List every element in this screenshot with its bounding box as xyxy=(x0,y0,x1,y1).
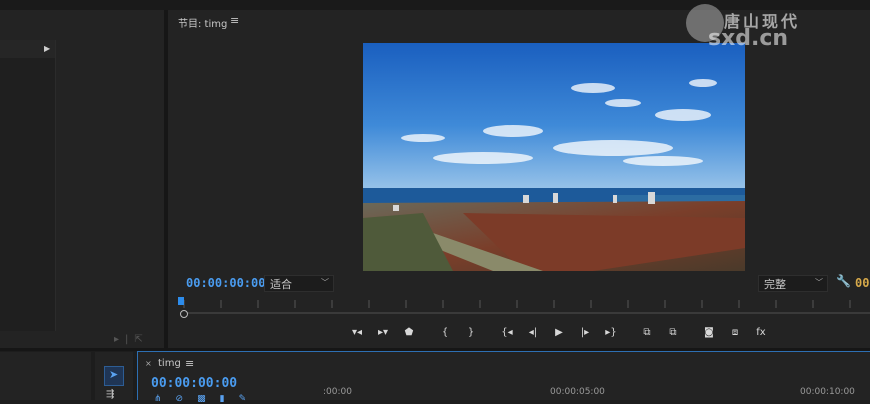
playhead-handle[interactable] xyxy=(180,310,188,318)
time-ruler-track[interactable] xyxy=(182,312,870,314)
step-forward-icon[interactable]: |▸ xyxy=(572,327,598,338)
settings-wrench-icon[interactable]: 🔧 xyxy=(836,274,851,288)
linked-selection-icon[interactable]: ⊘ xyxy=(176,394,198,404)
timeline-mark-10: 00:00:10:00 xyxy=(800,387,855,397)
playback-quality-value: 完整 xyxy=(764,278,786,291)
step-to-out-icon[interactable]: ▸} xyxy=(598,327,624,338)
project-bin-list[interactable] xyxy=(0,40,56,331)
overwrite-icon[interactable]: ⧉ xyxy=(660,327,686,338)
chevron-down-icon: ﹀ xyxy=(815,278,823,287)
panel-menu-icon[interactable]: ≡ xyxy=(185,357,194,370)
arrow-cursor-icon: ➤ xyxy=(109,368,119,381)
close-icon[interactable]: × xyxy=(145,359,152,368)
video-frame-image xyxy=(363,43,745,271)
settings-icon[interactable]: ✎ xyxy=(239,394,261,404)
timeline-toolbar[interactable]: ⋔⊘▩▮✎ xyxy=(154,394,260,404)
play-icon[interactable]: ▶ xyxy=(546,327,572,338)
timeline-tab[interactable]: timg xyxy=(158,358,181,369)
transport-controls: ▾◂ ▸▾ ⬟ {} {◂ ◂| ▶ |▸ ▸} ⧉ ⧉ ◙ ⧈ fx xyxy=(344,324,774,340)
go-to-out-icon[interactable]: } xyxy=(458,327,484,338)
fx-icon[interactable]: fx xyxy=(748,327,774,338)
new-item-icon[interactable]: ▸| xyxy=(114,334,134,345)
step-to-in-icon[interactable]: {◂ xyxy=(494,327,520,338)
folder-icon[interactable]: ⇱ xyxy=(134,334,148,345)
bottom-left-panel xyxy=(0,352,91,400)
zoom-fit-value: 适合 xyxy=(270,278,292,291)
insert-icon[interactable]: ⧉ xyxy=(634,327,660,338)
add-marker-icon[interactable]: ⬟ xyxy=(396,327,422,338)
timeline-timecode[interactable]: 00:00:00:00 xyxy=(151,376,237,391)
duration-timecode[interactable]: 00 xyxy=(855,276,869,290)
playhead[interactable] xyxy=(178,297,184,305)
chevron-down-icon: ﹀ xyxy=(321,278,329,287)
step-back-icon[interactable]: ◂| xyxy=(520,327,546,338)
program-monitor-tab[interactable]: 节目: timg xyxy=(178,15,227,30)
video-preview xyxy=(363,43,745,271)
project-footer-icons[interactable]: ▸|⇱ xyxy=(114,334,149,345)
timeline-panel xyxy=(137,351,870,400)
compare-icon[interactable]: ⧈ xyxy=(722,327,748,338)
zoom-fit-select[interactable]: 适合 ﹀ xyxy=(264,275,334,292)
time-ruler[interactable] xyxy=(180,300,870,312)
track-select-tool-icon[interactable]: ⇶ xyxy=(106,389,114,400)
selection-tool-button[interactable]: ➤ xyxy=(104,366,124,386)
playback-quality-select[interactable]: 完整 ﹀ xyxy=(758,275,828,292)
timeline-mark-0: :00:00 xyxy=(323,387,352,397)
panel-menu-icon[interactable]: ≡ xyxy=(230,14,239,27)
marker-icon[interactable]: ▮ xyxy=(220,394,239,404)
watermark-url: sxd.cn xyxy=(708,26,789,51)
timeline-mark-5: 00:00:05:00 xyxy=(550,387,605,397)
snap-icon[interactable]: ⋔ xyxy=(154,394,176,404)
mark-in-icon[interactable]: ▾◂ xyxy=(344,327,370,338)
export-frame-icon[interactable]: ◙ xyxy=(696,327,722,338)
expand-arrow-icon[interactable]: ▶ xyxy=(44,44,50,53)
program-timecode[interactable]: 00:00:00:00 xyxy=(186,276,265,290)
mark-out-icon[interactable]: ▸▾ xyxy=(370,327,396,338)
go-to-in-icon[interactable]: { xyxy=(432,327,458,338)
add-marker-icon[interactable]: ▩ xyxy=(197,394,220,404)
